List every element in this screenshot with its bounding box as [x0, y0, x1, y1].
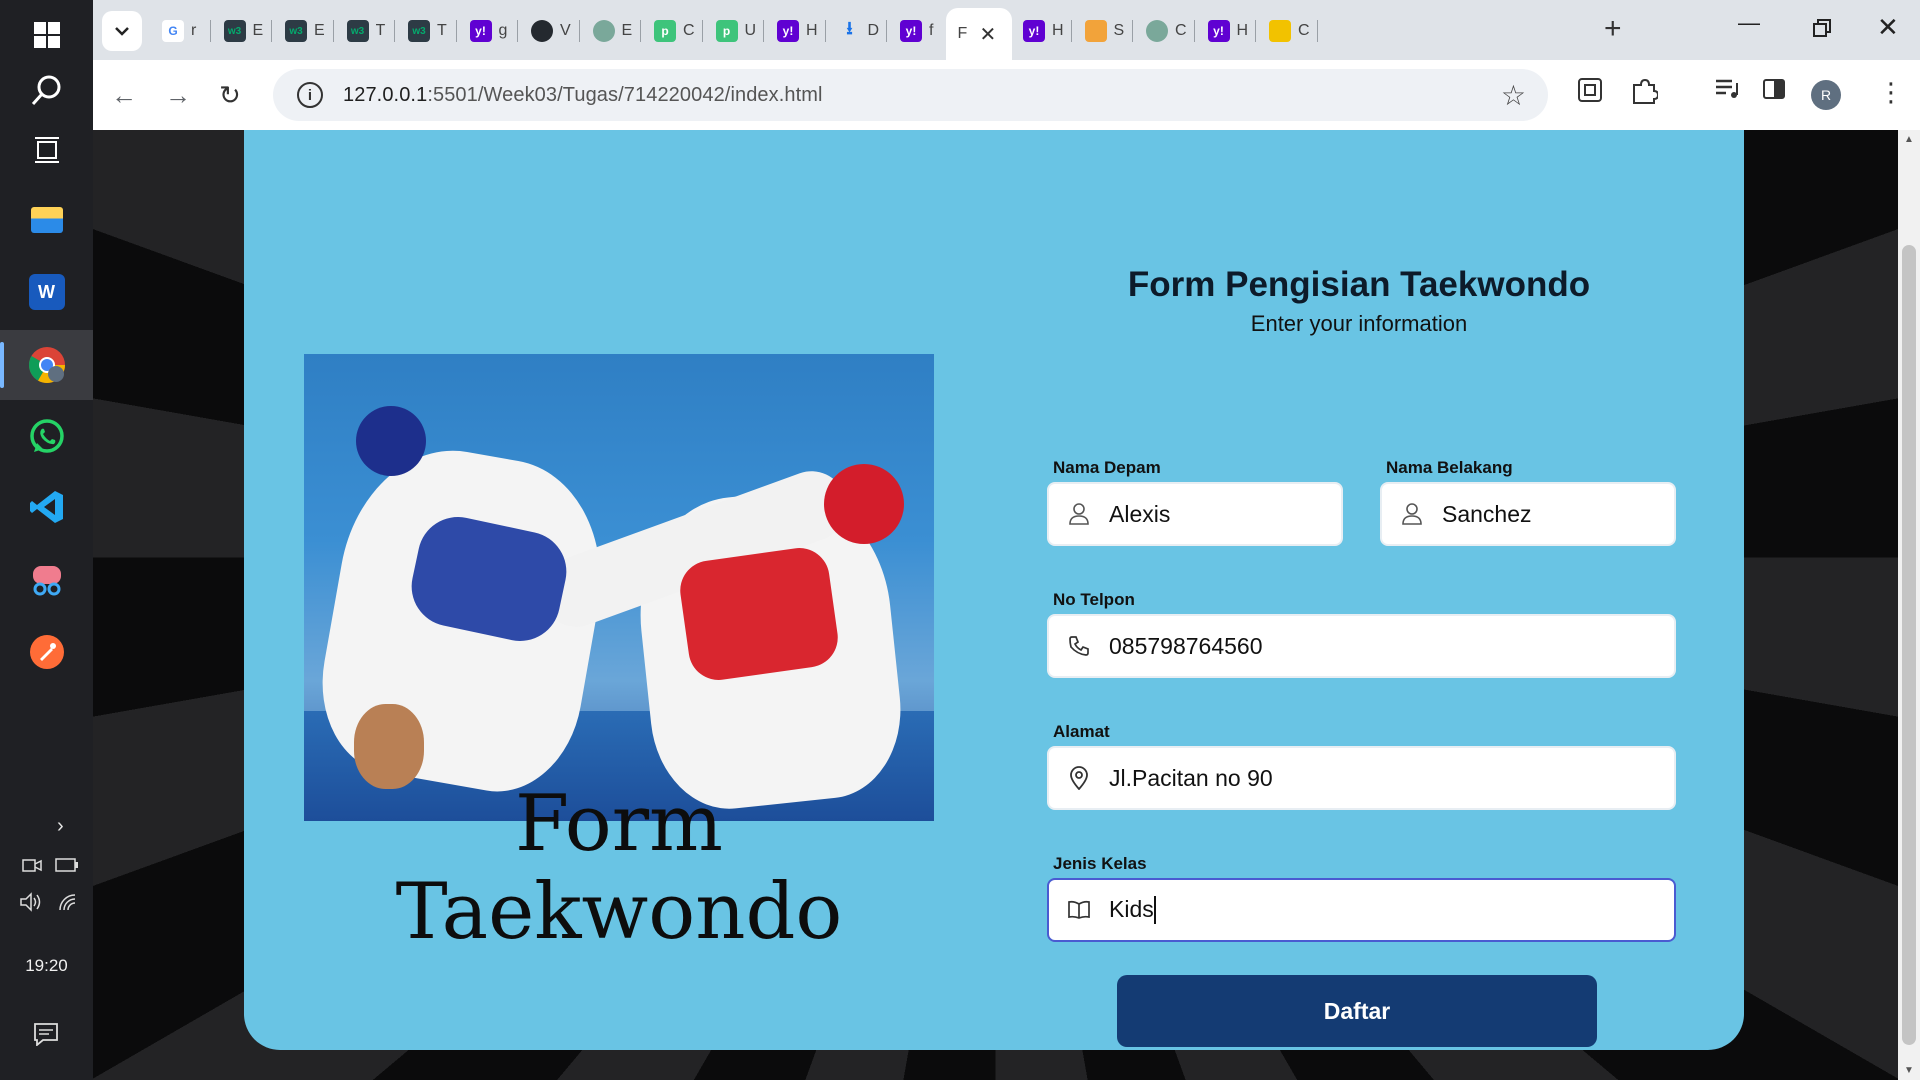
reload-button[interactable]: ↻ — [219, 80, 241, 111]
class-label: Jenis Kelas — [1053, 854, 1147, 873]
address-label: Alamat — [1053, 722, 1110, 741]
google-icon: G — [162, 20, 184, 42]
meet-now-icon[interactable] — [22, 856, 42, 874]
side-panel-icon[interactable] — [1762, 77, 1786, 101]
page-viewport: Form Taekwondo Form Pengisian Taekwondo … — [93, 130, 1898, 1080]
whatsapp-button[interactable] — [0, 402, 93, 472]
mascot-icon — [1269, 20, 1291, 42]
last-name-field[interactable]: Sanchez — [1380, 482, 1676, 546]
media-control-icon[interactable] — [1714, 77, 1740, 101]
download-icon: ⭳ — [846, 18, 853, 38]
search-icon — [31, 75, 60, 106]
close-tab-icon[interactable]: ✕ — [980, 22, 997, 47]
chrome-menu-icon[interactable]: ⋮ — [1878, 77, 1904, 108]
volume-icon[interactable] — [19, 892, 43, 912]
browser-window: Gr w3 Ew3 Ew3 Tw3 Ty! g V Ep Cp Uy! H ⭳ Dy! f F ✕ y! H S Cy!… — [93, 0, 1920, 130]
location-pin-icon — [1070, 766, 1088, 790]
yahoo-icon: y! — [469, 20, 492, 42]
form-card: Form Taekwondo Form Pengisian Taekwondo … — [244, 130, 1744, 1050]
w3schools-icon: w3 — [408, 20, 430, 42]
postman-icon — [29, 635, 64, 669]
vscode-icon — [29, 491, 63, 523]
tab-strip: Gr w3 Ew3 Ew3 Tw3 Ty! g V Ep Cp Uy! H ⭳ Dy! f F ✕ y! H S Cy!… — [93, 0, 1920, 60]
book-icon — [1068, 900, 1090, 919]
first-name-label: Nama Depam — [1053, 458, 1161, 477]
task-view-icon — [34, 137, 59, 163]
tab-18[interactable]: C — [1257, 13, 1329, 49]
yahoo-icon: y! — [900, 20, 922, 42]
w3schools-icon: w3 — [285, 20, 307, 42]
system-clock[interactable]: 19:20 — [0, 956, 93, 976]
restore-button[interactable] — [1812, 18, 1832, 38]
snip-icon — [32, 566, 61, 596]
close-window-button[interactable]: ✕ — [1877, 12, 1899, 43]
user-icon — [1069, 503, 1089, 525]
word-icon: W — [28, 274, 65, 310]
profile-avatar[interactable]: R — [1811, 80, 1841, 110]
new-tab-button[interactable]: + — [1604, 14, 1622, 44]
text-caret — [1153, 896, 1156, 925]
chevron-down-icon — [115, 27, 129, 36]
wifi-icon[interactable] — [57, 892, 79, 912]
github-icon — [531, 20, 553, 42]
w3schools-icon: w3 — [223, 20, 246, 42]
task-view-button[interactable] — [0, 115, 93, 185]
scroll-down-arrow-icon[interactable]: ▼ — [1904, 1065, 1914, 1076]
tab-13[interactable]: F ✕ — [945, 8, 1012, 60]
phone-label: No Telpon — [1053, 590, 1135, 609]
notifications-icon[interactable] — [33, 1022, 59, 1046]
chrome-icon — [28, 347, 65, 384]
yahoo-icon: y! — [1207, 20, 1230, 42]
postman-button[interactable] — [0, 617, 93, 687]
p-icon: p — [715, 20, 738, 42]
scrollbar-thumb[interactable] — [1902, 245, 1916, 1045]
reading-list-icon[interactable] — [1577, 77, 1603, 103]
first-name-field[interactable]: Alexis — [1047, 482, 1343, 546]
chrome-button[interactable] — [0, 330, 93, 400]
class-field[interactable]: Kids — [1047, 878, 1676, 942]
form-subtitle: Enter your information — [1250, 311, 1468, 336]
scroll-up-arrow-icon[interactable]: ▲ — [1904, 134, 1914, 145]
address-field[interactable]: Jl.Pacitan no 90 — [1047, 746, 1676, 810]
chevron-right-icon[interactable]: › — [57, 815, 64, 838]
chatgpt-icon — [1146, 20, 1168, 42]
folder-icon — [30, 207, 63, 233]
whatsapp-icon — [29, 419, 64, 453]
file-explorer-button[interactable] — [0, 185, 93, 255]
form-header: Form Pengisian Taekwondo Enter your info… — [1044, 265, 1674, 337]
windows-logo-icon — [33, 22, 60, 48]
user-icon — [1402, 503, 1422, 525]
w3schools-icon: w3 — [346, 20, 369, 42]
p-icon: p — [654, 20, 676, 42]
back-button[interactable]: ← — [111, 80, 137, 111]
word-button[interactable]: W — [0, 257, 93, 327]
yahoo-icon: y! — [1023, 20, 1045, 42]
address-bar[interactable]: i 127.0.0.1:5501/Week03/Tugas/714220042/… — [273, 69, 1548, 121]
bookmark-star-icon[interactable]: ☆ — [1501, 79, 1526, 112]
minimize-button[interactable]: — — [1738, 10, 1760, 36]
yahoo-icon: y! — [777, 20, 799, 42]
brand-title: Form Taekwondo — [395, 779, 843, 957]
colorful-icon — [1084, 20, 1107, 42]
site-info-icon[interactable]: i — [297, 82, 323, 108]
browser-toolbar: ← → ↻ i 127.0.0.1:5501/Week03/Tugas/7142… — [93, 60, 1920, 130]
chatgpt-icon — [592, 20, 615, 42]
battery-icon[interactable] — [55, 858, 79, 872]
snipping-tool-button[interactable] — [0, 545, 93, 615]
extensions-icon[interactable] — [1630, 77, 1658, 105]
daftar-submit-button[interactable]: Daftar — [1117, 975, 1597, 1047]
page-scrollbar[interactable]: ▲ ▼ — [1898, 130, 1920, 1080]
last-name-label: Nama Belakang — [1386, 458, 1513, 477]
phone-field[interactable]: 085798764560 — [1047, 614, 1676, 678]
tab-search-button[interactable] — [102, 11, 142, 51]
vscode-button[interactable] — [0, 472, 93, 542]
windows-taskbar: W › 19:20 — [0, 0, 93, 1080]
form-title: Form Pengisian Taekwondo — [1127, 265, 1591, 304]
url-text[interactable]: 127.0.0.1:5501/Week03/Tugas/714220042/in… — [343, 84, 823, 107]
taekwondo-photo — [304, 354, 934, 821]
forward-button[interactable]: → — [165, 80, 191, 111]
phone-icon — [1069, 636, 1089, 656]
